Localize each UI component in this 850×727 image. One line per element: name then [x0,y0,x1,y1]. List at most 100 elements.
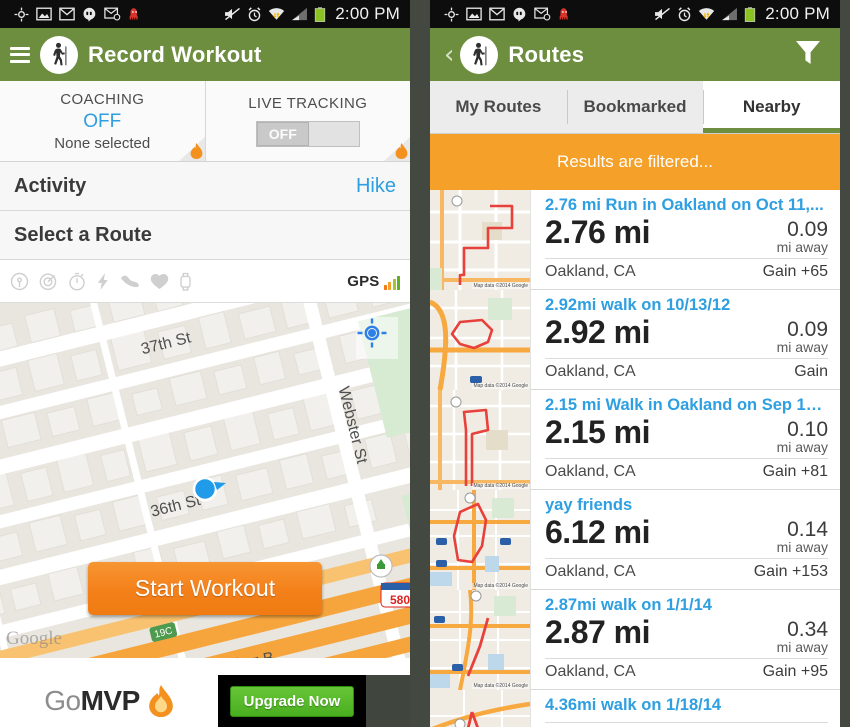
list-item[interactable]: Map data ©2014 Google 2.15 mi Walk in Oa… [430,390,840,490]
start-workout-label: Start Workout [134,575,276,601]
mute-icon [225,7,241,21]
shoe-icon[interactable] [120,272,140,290]
ad-banner[interactable]: GoMVP Upgrade Now [0,675,410,727]
select-route-row[interactable]: Select a Route [0,211,410,260]
route-footer: Oakland, CA Gain +65 [545,259,828,281]
tab-bookmarked[interactable]: Bookmarked [566,81,704,133]
coaching-value: OFF [83,110,122,132]
list-item[interactable]: Map data ©2014 Google 2.92mi walk on 10/… [430,290,840,390]
activity-value[interactable]: Hike [356,175,396,198]
route-thumbnail [430,690,531,727]
hamburger-icon[interactable] [10,46,30,63]
route-title[interactable]: 4.36mi walk on 1/18/14 [545,696,828,715]
highway-shield-580: 580 [380,582,410,608]
filter-banner[interactable]: Results are filtered... [430,134,840,190]
location-icon [444,7,459,21]
route-distance: 2.15 mi [545,414,651,450]
map-attribution: Map data ©2014 Google [472,283,529,289]
route-distance: 6.12 mi [545,514,651,550]
ad-brand-text: GoMVP [44,685,140,717]
thumbnail-map [430,290,530,390]
flame-icon [190,143,202,159]
route-gain: Gain +153 [753,562,828,580]
google-watermark: Google [6,628,62,649]
list-item[interactable]: Map data ©2014 Google 2.76 mi Run in Oak… [430,190,840,290]
page-title: Record Workout [88,41,262,67]
workout-options-row: COACHING OFF None selected LIVE TRACKING… [0,81,410,162]
route-info: 2.76 mi Run in Oakland on Oct 11,... 2.7… [531,190,840,289]
route-distance-away: 0.34 mi away [777,616,828,655]
page-title: Routes [508,41,585,67]
gps-label: GPS [347,272,380,290]
flame-icon [148,685,173,717]
route-gain: Gain +81 [762,462,828,480]
ad-brand: GoMVP [0,675,218,727]
route-metrics: 2.87 mi 0.34 mi away [545,615,828,659]
bolt-icon[interactable] [96,272,110,291]
gallery-icon [36,7,52,21]
signal-bars-icon [383,275,400,290]
mail-cut-icon [534,7,551,21]
route-distance-away: 0.09 mi away [777,216,828,255]
route-title[interactable]: 2.76 mi Run in Oakland on Oct 11,... [545,196,828,215]
hangouts-icon [83,7,96,22]
left-action-bar: Record Workout [0,28,410,81]
gmail-icon [489,7,505,21]
watch-icon[interactable] [179,272,192,291]
start-workout-button[interactable]: Start Workout [88,562,322,615]
my-location-icon[interactable] [356,317,398,359]
filter-banner-text: Results are filtered... [557,152,713,171]
hiker-icon[interactable] [40,35,78,74]
coaching-cell[interactable]: COACHING OFF None selected [0,81,205,161]
status-bar-right-icons: 2:00 PM [224,4,404,24]
coaching-label: COACHING [60,90,145,108]
mute-icon [655,7,671,21]
activity-row[interactable]: Activity Hike [0,162,410,211]
tab-nearby[interactable]: Nearby [703,81,840,133]
status-bar-left: 2:00 PM [0,0,410,28]
route-info: 2.92mi walk on 10/13/12 2.92 mi 0.09 mi … [531,290,840,389]
route-info: 2.87mi walk on 1/1/14 2.87 mi 0.34 mi aw… [531,590,840,689]
route-thumbnail: Map data ©2014 Google [430,490,531,590]
list-item[interactable]: Map data ©2014 Google 2.87mi walk on 1/1… [430,590,840,690]
route-distance-away: 0.14 mi away [777,516,828,555]
away-value: 0.34 [787,618,828,641]
status-bar-left-icons [436,7,654,22]
route-title[interactable]: yay friends [545,496,828,515]
live-tracking-cell[interactable]: LIVE TRACKING OFF [204,81,410,161]
away-unit: mi away [776,539,828,556]
status-bar-clock: 2:00 PM [765,4,830,23]
route-thumbnail: Map data ©2014 Google [430,590,531,690]
target-icon[interactable] [39,272,58,291]
route-title[interactable]: 2.92mi walk on 10/13/12 [545,296,828,315]
upgrade-now-button[interactable]: Upgrade Now [229,685,355,717]
hiker-icon[interactable] [460,35,499,74]
activity-label: Activity [14,174,87,197]
live-tracking-toggle[interactable]: OFF [255,121,360,147]
route-title[interactable]: 2.15 mi Walk in Oakland on Sep 14... [545,396,828,415]
filter-icon[interactable] [794,38,822,71]
map-attribution: Map data ©2014 Google [472,683,529,689]
list-item[interactable]: Map data ©2014 Google yay friends 6.12 m… [430,490,840,590]
right-action-bar: ‹ Routes [430,28,840,81]
list-item[interactable]: 4.36mi walk on 1/18/14 [430,690,840,727]
route-thumbnail: Map data ©2014 Google [430,190,531,290]
back-chevron-icon[interactable]: ‹ [444,42,454,68]
alarm-icon [678,6,691,21]
tab-my-routes[interactable]: My Routes [430,81,567,133]
route-footer: Oakland, CA Gain [545,359,828,381]
broadcast-icon[interactable] [10,272,29,291]
record-map[interactable]: 37th St 36th St Webster St MacArthur B 1… [0,303,410,658]
live-tracking-premium-badge [384,137,410,161]
battery-icon [315,6,326,22]
route-footer: Oakland, CA Gain +95 [545,659,828,681]
tab-label: Bookmarked [583,97,687,116]
route-metrics: 2.76 mi 0.09 mi away [545,215,828,259]
status-bar-left-icons [6,7,224,22]
heart-icon[interactable] [150,273,169,290]
route-title[interactable]: 2.87mi walk on 1/1/14 [545,596,828,615]
routes-list[interactable]: Map data ©2014 Google 2.76 mi Run in Oak… [430,190,840,727]
gps-indicator: GPS [347,273,400,290]
battery-icon [745,6,756,22]
stopwatch-icon[interactable] [68,272,86,291]
